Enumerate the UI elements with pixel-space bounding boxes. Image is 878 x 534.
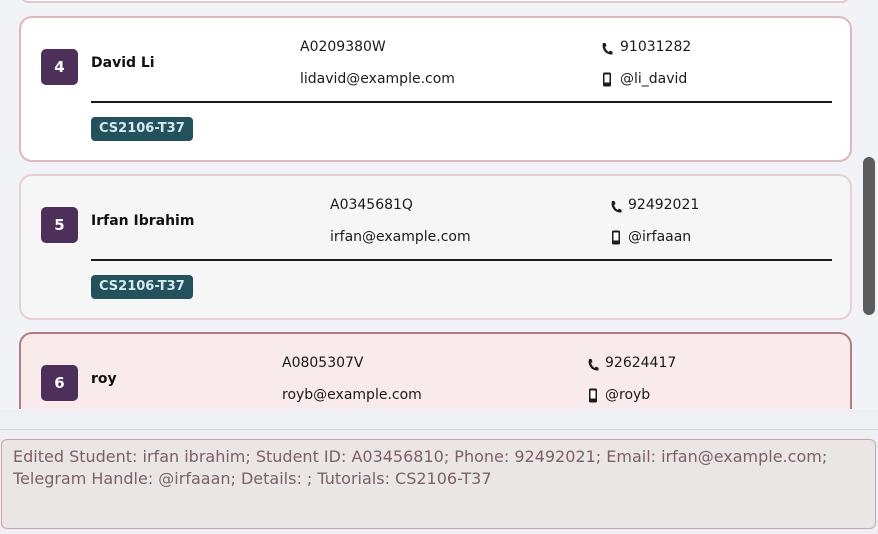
student-id: A0209380W — [300, 39, 386, 55]
student-card[interactable]: 4 David Li A0209380W lidavid@example.com… — [19, 16, 852, 162]
student-phone: 91031282 — [620, 39, 692, 55]
index-badge: 6 — [41, 365, 78, 401]
scrollbar-thumb[interactable] — [863, 157, 875, 315]
student-card-partial[interactable] — [20, 0, 850, 3]
panel-separator — [0, 409, 878, 429]
tutorial-tag: CS2106-T37 — [91, 117, 193, 141]
student-name: roy — [91, 371, 117, 387]
divider — [91, 101, 832, 103]
student-phone: 92624417 — [605, 355, 677, 371]
student-email: lidavid@example.com — [300, 71, 455, 87]
tutorial-tag: CS2106-T37 — [91, 275, 193, 299]
student-id: A0805307V — [282, 355, 364, 371]
student-email: royb@example.com — [282, 387, 422, 403]
phone-icon — [610, 199, 622, 218]
student-telegram: @li_david — [620, 71, 688, 87]
student-id: A0345681Q — [330, 197, 413, 213]
student-telegram: @royb — [605, 387, 651, 403]
student-card-selected[interactable]: 6 roy A0805307V royb@example.com 9262441… — [19, 332, 852, 409]
mobile-icon — [611, 230, 621, 249]
student-phone: 92492021 — [628, 197, 700, 213]
student-telegram: @irfaaan — [628, 229, 692, 245]
student-list[interactable]: 4 David Li A0209380W lidavid@example.com… — [0, 0, 878, 409]
phone-icon — [587, 357, 599, 376]
result-divider — [0, 429, 878, 430]
student-name: Irfan Ibrahim — [91, 213, 195, 229]
mobile-icon — [602, 72, 612, 91]
student-email: irfan@example.com — [330, 229, 471, 245]
index-badge: 4 — [41, 49, 78, 85]
student-name: David Li — [91, 55, 155, 71]
student-card[interactable]: 5 Irfan Ibrahim A0345681Q irfan@example.… — [19, 174, 852, 320]
index-badge: 5 — [41, 207, 78, 243]
mobile-icon — [588, 388, 598, 407]
divider — [91, 259, 832, 261]
result-display[interactable]: Edited Student: irfan ibrahim; Student I… — [1, 439, 876, 529]
phone-icon — [601, 41, 613, 60]
